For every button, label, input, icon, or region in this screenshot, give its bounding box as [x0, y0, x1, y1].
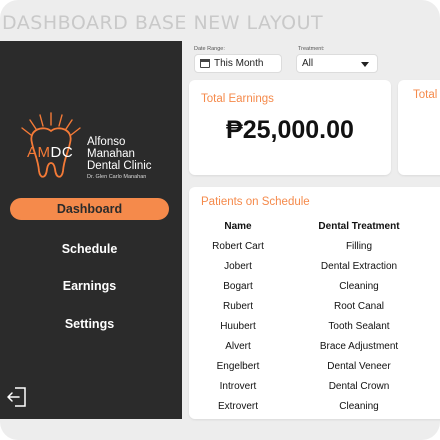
doctor-name: Dr. Glen Carlo Manahan [87, 174, 147, 180]
treatment-label: Treatment: [298, 46, 325, 52]
sidebar-item-dashboard[interactable]: Dashboard [10, 198, 169, 220]
patients-schedule-card: Patients on Schedule Name Dental Treatme… [189, 187, 440, 419]
patient-name: Introvert [219, 381, 257, 392]
patient-treatment: Cleaning [339, 401, 379, 412]
sidebar: AMDC Alfonso Manahan Dental Clinic Dr. G… [0, 41, 182, 419]
total-earnings-title: Total Earnings [201, 93, 274, 105]
patient-name: Alvert [225, 341, 251, 352]
patients-schedule-title: Patients on Schedule [201, 196, 310, 208]
clinic-logo: AMDC Alfonso Manahan Dental Clinic Dr. G… [14, 81, 174, 191]
patient-treatment: Filling [345, 241, 373, 252]
logout-button[interactable] [5, 386, 29, 408]
sidebar-item-earnings[interactable]: Earnings [10, 275, 169, 297]
patient-name: Extrovert [217, 401, 258, 412]
logo-monogram: AMDC [27, 144, 73, 161]
layout-banner-title: DASHBOARD BASE NEW LAYOUT [2, 12, 324, 34]
date-range-value: This Month [214, 58, 264, 69]
patient-name: Engelbert [216, 361, 260, 372]
patient-name: Huubert [220, 321, 256, 332]
logo-dc-text: DC [50, 144, 74, 161]
patient-name: Bogart [223, 281, 253, 292]
patient-treatment: Tooth Sealant [328, 321, 390, 332]
clinic-name: Alfonso Manahan Dental Clinic [87, 136, 152, 172]
date-range-label: Date Range: [194, 46, 225, 52]
second-summary-card: Total [398, 80, 440, 175]
patient-treatment: Dental Extraction [320, 261, 398, 272]
patient-name: Jobert [224, 261, 252, 272]
treatment-select[interactable]: All [296, 54, 378, 73]
app-frame: DASHBOARD BASE NEW LAYOUT AMDC Alfonso M… [0, 0, 440, 440]
date-range-select[interactable]: This Month [194, 54, 282, 73]
treatment-value: All [302, 58, 314, 69]
patient-name: Rubert [222, 301, 253, 312]
column-header-treatment: Dental Treatment [318, 221, 400, 232]
patient-treatment: Dental Veneer [327, 361, 391, 372]
patient-name: Robert Cart [212, 241, 264, 252]
column-header-name: Name [224, 221, 252, 232]
patient-treatment: Brace Adjustment [319, 341, 399, 352]
second-card-title: Total [413, 89, 438, 101]
sidebar-item-settings[interactable]: Settings [10, 313, 169, 335]
chevron-down-icon [361, 62, 369, 67]
patient-treatment: Cleaning [339, 281, 379, 292]
patient-treatment: Dental Crown [328, 381, 390, 392]
main-content: Date Range: This Month Treatment: All To… [182, 41, 440, 419]
total-earnings-card: Total Earnings ₱25,000.00 [189, 80, 391, 175]
total-earnings-value: ₱25,000.00 [226, 116, 354, 144]
logout-icon [7, 387, 26, 407]
logo-am-text: AM [27, 144, 51, 161]
calendar-icon-bar [200, 59, 210, 62]
patient-treatment: Root Canal [333, 301, 385, 312]
sidebar-item-schedule[interactable]: Schedule [10, 238, 169, 260]
